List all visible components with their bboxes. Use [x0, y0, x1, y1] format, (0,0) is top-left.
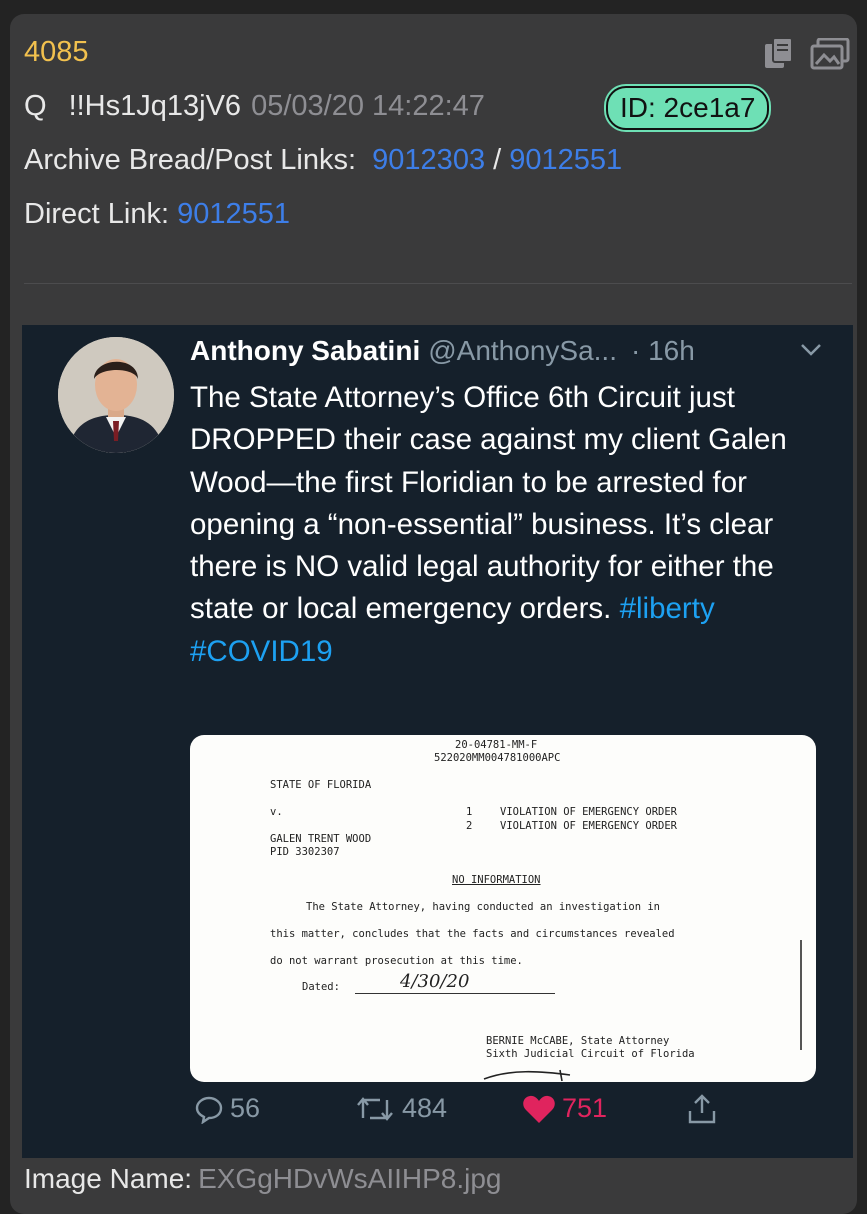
reply-button[interactable]: 56: [194, 1093, 260, 1124]
tripcode: !!Hs1Jq13jV6: [68, 90, 242, 122]
poster-id-badge[interactable]: ID: 2ce1a7: [606, 86, 770, 130]
tweet-time: · 16h: [631, 335, 695, 366]
share-icon: [688, 1094, 716, 1124]
poster-name: Q: [24, 90, 47, 122]
gallery-icon[interactable]: [810, 38, 850, 70]
doc-count1: VIOLATION OF EMERGENCY ORDER: [500, 806, 678, 818]
divider: [24, 283, 852, 284]
doc-signer: BERNIE McCABE, State Attorney: [486, 1035, 670, 1047]
doc-defendant: GALEN TRENT WOOD: [270, 833, 372, 845]
doc-signer-office: Sixth Judicial Circuit of Florida: [486, 1048, 695, 1060]
archive-link-post[interactable]: 9012551: [509, 144, 622, 176]
avatar: [58, 337, 174, 453]
image-name-line: Image Name: EXGgHDvWsAIIHP8.jpg: [24, 1163, 502, 1195]
doc-case-code: 522020MM004781000APC: [434, 752, 561, 764]
direct-link[interactable]: 9012551: [177, 198, 290, 230]
post-header-line: Q !!Hs1Jq13jV6 05/03/20 14:22:47: [24, 90, 485, 123]
hashtag-liberty[interactable]: #liberty: [620, 592, 715, 625]
doc-state: STATE OF FLORIDA: [270, 779, 372, 791]
tweet-text: The State Attorney’s Office 6th Circuit …: [190, 377, 830, 673]
image-name-label: Image Name:: [24, 1163, 193, 1194]
doc-para1: The State Attorney, having conducted an …: [306, 901, 661, 913]
doc-para2: this matter, concludes that the facts an…: [270, 928, 675, 940]
doc-count1-num: 1: [466, 806, 473, 818]
retweet-count: 484: [402, 1093, 448, 1123]
direct-link-label: Direct Link:: [24, 198, 170, 230]
tweet-author-handle[interactable]: @AnthonySa...: [428, 335, 617, 366]
tweet-author-name[interactable]: Anthony Sabatini: [190, 335, 420, 366]
post-datetime: 05/03/20 14:22:47: [251, 90, 485, 122]
doc-versus: v.: [270, 806, 283, 818]
archive-links-line: Archive Bread/Post Links: 9012303 / 9012…: [24, 144, 622, 177]
doc-pid: PID 3302307: [270, 846, 340, 858]
tweet-text-body: The State Attorney’s Office 6th Circuit …: [190, 381, 787, 626]
doc-count2-num: 2: [466, 820, 473, 832]
image-filename[interactable]: EXGgHDvWsAIIHP8.jpg: [198, 1163, 501, 1194]
retweet-icon: [357, 1096, 393, 1121]
copy-icon[interactable]: [762, 36, 796, 70]
tweet-header: Anthony Sabatini @AnthonySa... · 16h: [190, 335, 695, 367]
doc-case-number: 20-04781-MM-F: [455, 739, 538, 751]
share-button[interactable]: [686, 1093, 724, 1125]
doc-date-line: [355, 993, 555, 994]
reply-count: 56: [230, 1093, 261, 1123]
signature-mark: [483, 1069, 571, 1082]
doc-count2: VIOLATION OF EMERGENCY ORDER: [500, 820, 678, 832]
archive-separator: /: [493, 144, 502, 176]
hashtag-covid19[interactable]: #COVID19: [190, 635, 333, 668]
doc-para3: do not warrant prosecution at this time.: [270, 955, 523, 967]
retweet-button[interactable]: 484: [354, 1093, 447, 1124]
chevron-down-icon[interactable]: [800, 343, 822, 357]
doc-dated-value: 4/30/20: [400, 971, 470, 992]
doc-margin-line: [800, 940, 802, 1050]
reply-icon: [195, 1096, 223, 1124]
like-button[interactable]: 751: [522, 1093, 607, 1124]
like-count: 751: [562, 1093, 608, 1123]
tweet-screenshot[interactable]: Anthony Sabatini @AnthonySa... · 16h The S…: [22, 325, 853, 1158]
archive-link-bread[interactable]: 9012303: [372, 144, 485, 176]
post-number[interactable]: 4085: [24, 36, 89, 69]
attached-document-image[interactable]: 20-04781-MM-F 522020MM004781000APC STATE…: [190, 735, 816, 1082]
doc-dated-label: Dated:: [302, 981, 340, 993]
heart-icon: [523, 1095, 555, 1123]
direct-link-line: Direct Link: 9012551: [24, 198, 290, 231]
doc-heading: NO INFORMATION: [452, 874, 541, 886]
archive-label: Archive Bread/Post Links:: [24, 144, 357, 176]
